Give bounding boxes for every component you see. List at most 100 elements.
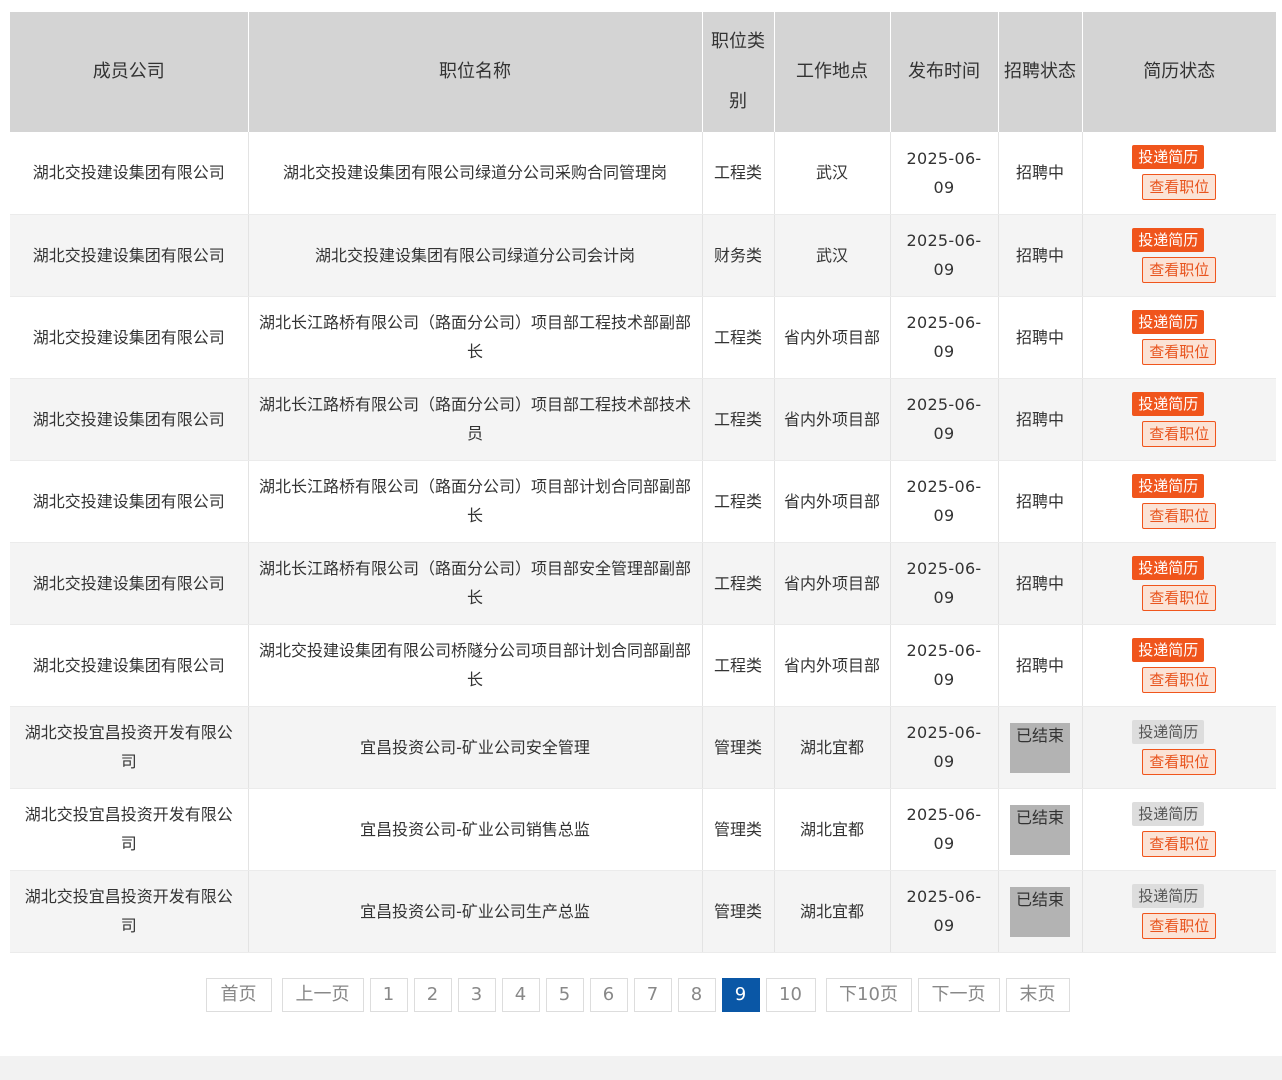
footer-band: [0, 1056, 1282, 1080]
cell-recruit-status: 招聘中: [998, 542, 1083, 625]
cell-resume-status: 投递简历 查看职位: [1082, 788, 1276, 871]
table-header-row: 成员公司 职位名称 职位类别 工作地点 发布时间 招聘状态 简历状态: [10, 12, 1276, 132]
table-row: 湖北交投建设集团有限公司 湖北交投建设集团有限公司绿道分公司采购合同管理岗 工程类武…: [10, 132, 1276, 215]
cell-date: 2025-06-09: [890, 214, 999, 297]
table-row: 湖北交投建设集团有限公司 湖北长江路桥有限公司（路面分公司）项目部工程技术部副部长…: [10, 296, 1276, 379]
cell-resume-status: 投递简历查看职位: [1082, 624, 1276, 707]
date-text: 2025-06-09: [906, 887, 982, 935]
view-position-button[interactable]: 查看职位: [1142, 666, 1217, 693]
status-ended-badge: 已结束: [1010, 723, 1070, 773]
cell-recruit-status: 招聘中: [998, 460, 1083, 543]
cell-category: 工程类: [702, 460, 775, 543]
status-text: 招聘中: [1015, 573, 1064, 593]
cell-recruit-status: 招聘中: [998, 132, 1083, 215]
status-text: 招聘中: [1015, 655, 1064, 675]
cell-location: 省内外项目部: [774, 542, 891, 625]
view-position-button[interactable]: 查看职位: [1142, 748, 1217, 775]
pagination-last-button[interactable]: 末页: [1005, 978, 1070, 1012]
pagination-page-10[interactable]: 10: [765, 978, 816, 1012]
cell-recruit-status: 招聘中: [998, 624, 1083, 707]
table-row: 湖北交投建设集团有限公司 湖北交投建设集团有限公司绿道分公司会计岗 财务类 武汉 202…: [10, 214, 1276, 297]
view-position-button[interactable]: 查看职位: [1142, 584, 1217, 611]
cell-recruit-status: 招聘中: [998, 296, 1083, 379]
table-row: 湖北交投建设集团有限公司 湖北交投建设集团有限公司桥隧分公司项目部计划合同部副部长…: [10, 624, 1276, 707]
cell-location: 湖北宜都: [774, 870, 891, 953]
cell-company: 湖北交投建设集团有限公司: [10, 542, 249, 625]
pagination-page-9-current[interactable]: 9: [721, 978, 760, 1012]
cell-recruit-status: 已结束: [998, 706, 1083, 789]
pagination-page-3[interactable]: 3: [457, 978, 496, 1012]
cell-position: 湖北交投建设集团有限公司桥隧分公司项目部计划合同部副部长: [248, 624, 703, 707]
pagination-prev-button[interactable]: 上一页: [281, 978, 364, 1012]
cell-company: 湖北交投建设集团有限公司: [10, 624, 249, 707]
cell-resume-status: 投递简历查看职位: [1082, 132, 1276, 215]
cell-category: 工程类: [702, 378, 775, 461]
cell-category: 工程类: [702, 542, 775, 625]
cell-date: 2025-06-09: [890, 788, 999, 871]
pagination-page-6[interactable]: 6: [589, 978, 628, 1012]
cell-resume-status: 投递简历查看职位: [1082, 214, 1276, 297]
header-recruit-status: 招聘状态: [998, 12, 1083, 132]
view-position-button[interactable]: 查看职位: [1142, 338, 1217, 365]
cell-position: 湖北交投建设集团有限公司绿道分公司采购合同管理岗: [248, 132, 703, 215]
view-position-button[interactable]: 查看职位: [1142, 830, 1217, 857]
cell-date: 2025-06-09: [890, 460, 999, 543]
apply-resume-button[interactable]: 投递简历: [1132, 391, 1205, 416]
header-resume-status: 简历状态: [1082, 12, 1276, 132]
status-text: 招聘中: [1015, 409, 1064, 429]
job-listing-table-container: 成员公司 职位名称 职位类别 工作地点 发布时间 招聘状态 简历状态 湖北交投建…: [10, 12, 1276, 953]
cell-location: 省内外项目部: [774, 378, 891, 461]
cell-category: 管理类: [702, 706, 775, 789]
cell-category: 财务类: [702, 214, 775, 297]
apply-resume-button[interactable]: 投递简历: [1132, 309, 1205, 334]
status-text: 招聘中: [1015, 327, 1064, 347]
table-row: 湖北交投建设集团有限公司 湖北长江路桥有限公司（路面分公司）项目部计划合同部副部长…: [10, 460, 1276, 543]
header-position: 职位名称: [248, 12, 703, 132]
header-category: 职位类别: [702, 12, 775, 132]
view-position-button[interactable]: 查看职位: [1142, 256, 1217, 283]
pagination-next10-button[interactable]: 下10页: [825, 978, 912, 1012]
date-text: 2025-06-09: [906, 313, 982, 361]
status-text: 招聘中: [1015, 163, 1064, 183]
cell-category: 管理类: [702, 870, 775, 953]
date-text: 2025-06-09: [906, 231, 982, 279]
cell-recruit-status: 招聘中: [998, 214, 1083, 297]
cell-category: 工程类: [702, 296, 775, 379]
apply-resume-button[interactable]: 投递简历: [1132, 637, 1205, 662]
pagination-page-1[interactable]: 1: [369, 978, 408, 1012]
header-location: 工作地点: [774, 12, 891, 132]
pagination-page-4[interactable]: 4: [501, 978, 540, 1012]
apply-resume-button[interactable]: 投递简历: [1132, 473, 1205, 498]
date-text: 2025-06-09: [906, 641, 982, 689]
cell-company: 湖北交投宜昌投资开发有限公司: [10, 788, 249, 871]
pagination-first-button[interactable]: 首页: [205, 978, 272, 1012]
pagination-page-8[interactable]: 8: [677, 978, 716, 1012]
apply-resume-button[interactable]: 投递简历: [1132, 145, 1205, 170]
view-position-button[interactable]: 查看职位: [1142, 420, 1217, 447]
table-row: 湖北交投建设集团有限公司 湖北长江路桥有限公司（路面分公司）项目部工程技术部技术员…: [10, 378, 1276, 461]
pagination-page-7[interactable]: 7: [633, 978, 672, 1012]
cell-location: 湖北宜都: [774, 706, 891, 789]
cell-location: 武汉: [774, 214, 891, 297]
cell-location: 湖北宜都: [774, 788, 891, 871]
apply-resume-button[interactable]: 投递简历: [1132, 227, 1205, 252]
cell-company: 湖北交投建设集团有限公司: [10, 296, 249, 379]
status-ended-badge: 已结束: [1010, 805, 1070, 855]
pagination-page-5[interactable]: 5: [545, 978, 584, 1012]
cell-resume-status: 投递简历 查看职位: [1082, 706, 1276, 789]
cell-location: 省内外项目部: [774, 296, 891, 379]
pagination-page-2[interactable]: 2: [413, 978, 452, 1012]
view-position-button[interactable]: 查看职位: [1142, 502, 1217, 529]
pagination: 首页 上一页 1 2 3 4 5 6 7 8 9 10 下10页 下一页 末页: [0, 978, 1282, 1012]
date-text: 2025-06-09: [906, 395, 982, 443]
cell-date: 2025-06-09: [890, 378, 999, 461]
pagination-next-button[interactable]: 下一页: [917, 978, 1000, 1012]
view-position-button[interactable]: 查看职位: [1142, 912, 1217, 939]
cell-company: 湖北交投宜昌投资开发有限公司: [10, 870, 249, 953]
cell-recruit-status: 招聘中: [998, 378, 1083, 461]
cell-company: 湖北交投建设集团有限公司: [10, 214, 249, 297]
date-text: 2025-06-09: [906, 723, 982, 771]
date-text: 2025-06-09: [906, 477, 982, 525]
apply-resume-button[interactable]: 投递简历: [1132, 555, 1205, 580]
view-position-button[interactable]: 查看职位: [1142, 174, 1217, 201]
